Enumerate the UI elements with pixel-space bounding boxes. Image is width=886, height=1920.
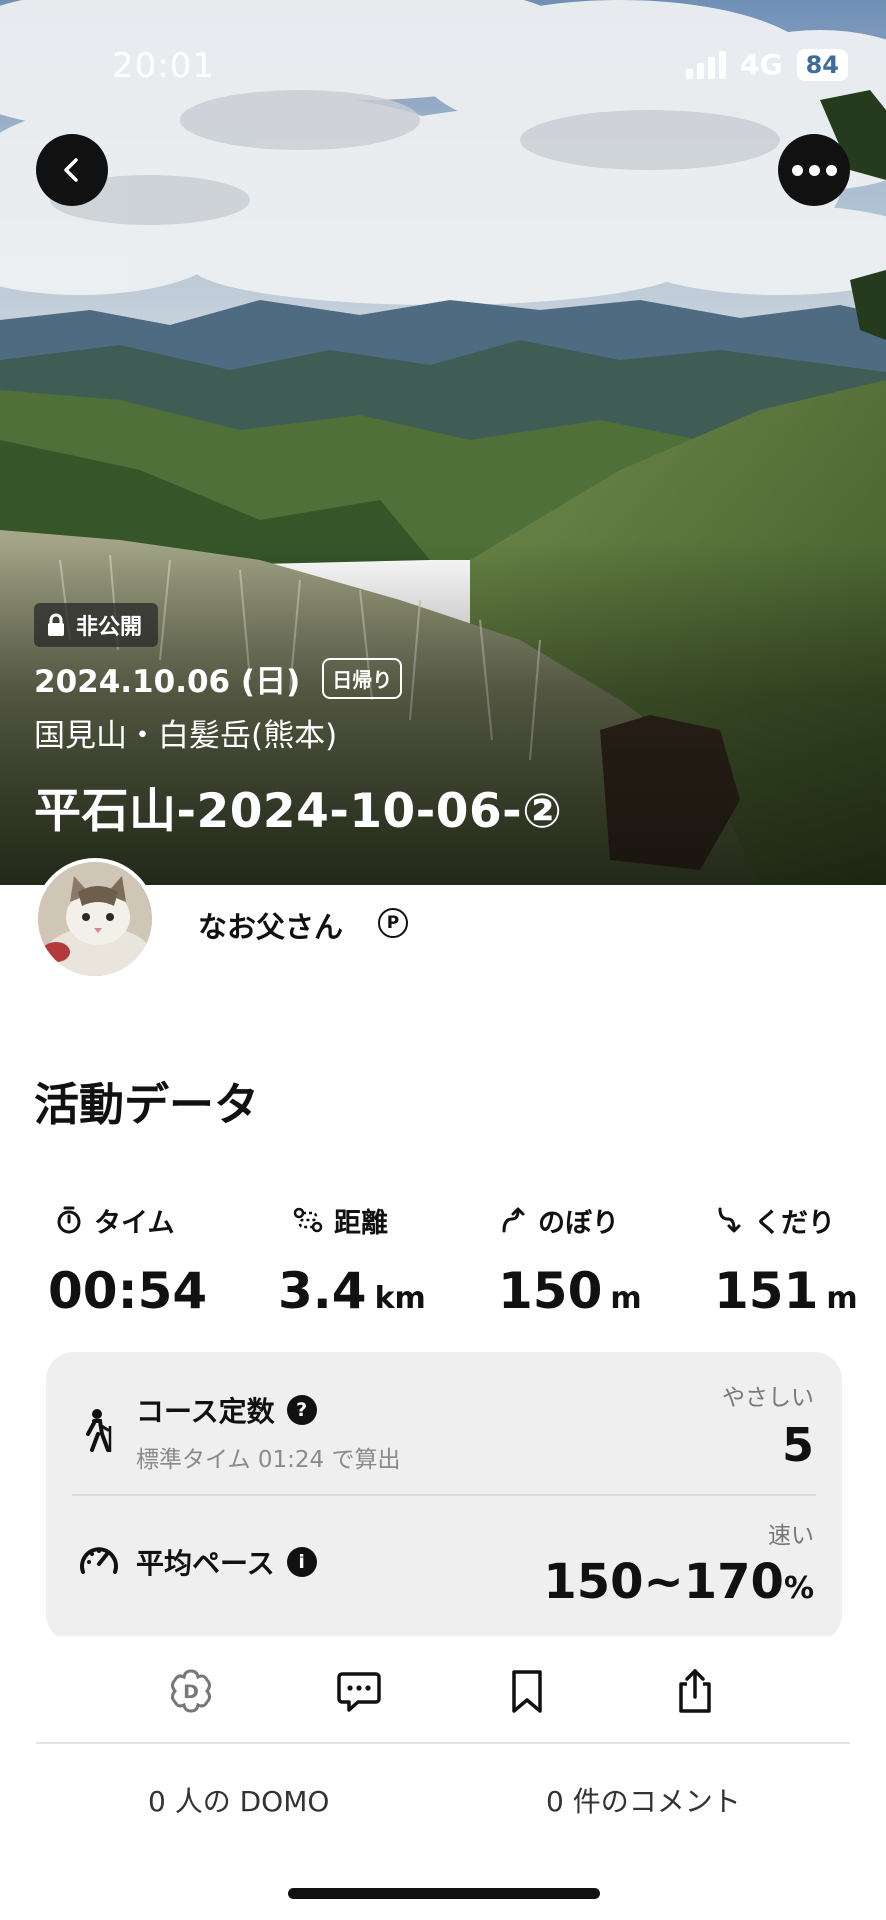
stat-descent-value: 151 [714,1262,819,1320]
hero-photo: 20:01 4G 84 非公開 2024.10.06 (日) 日帰り 国見山・白… [0,0,886,885]
route-icon [293,1207,323,1233]
speedometer-icon [78,1542,120,1582]
network-type: 4G [740,48,783,81]
hiker-icon [80,1408,116,1458]
stopwatch-icon [57,1206,81,1234]
trip-type-badge: 日帰り [322,658,403,699]
avg-pace-unit: % [783,1571,814,1606]
comment-icon [337,1672,381,1712]
bookmark-icon [512,1670,542,1713]
stat-distance-value: 3.4 [278,1262,367,1320]
back-button[interactable] [36,134,108,206]
descent-icon [718,1207,741,1233]
avg-pace-title: 平均ペース i [136,1542,317,1582]
bookmark-button[interactable] [502,1666,552,1716]
user-name[interactable]: なお父さん [198,904,343,946]
action-bar: D [0,1636,886,1746]
private-badge: 非公開 [34,603,159,647]
stat-descent-unit: m [826,1281,858,1316]
course-constant-title: コース定数 ? [136,1390,317,1430]
status-indicators: 4G 84 [686,48,848,81]
stat-value: 150 m [498,1262,642,1320]
action-divider [36,1742,850,1744]
status-time: 20:01 [112,46,215,86]
avatar[interactable] [34,858,156,980]
course-difficulty: やさしい [722,1385,814,1411]
comment-button[interactable] [334,1666,384,1716]
comment-count-link[interactable]: 0 件のコメント [546,1780,741,1820]
card-divider [72,1494,816,1496]
domo-count-link[interactable]: 0 人の DOMO [148,1780,329,1820]
share-icon [679,1669,711,1713]
avg-pace-number: 150~170 [543,1554,784,1610]
signal-icon [686,50,727,79]
svg-text:D: D [183,1681,199,1703]
course-constant-label: コース定数 [136,1395,275,1428]
stat-time: タイム 00:54 [48,1200,207,1320]
pace-rating: 速い [768,1523,814,1549]
battery-level: 84 [796,48,848,81]
stat-label-text: タイム [94,1207,175,1239]
stat-distance: 距離 3.4 km [278,1200,426,1321]
lock-icon [48,613,64,636]
domo-icon: D [171,1669,211,1713]
stat-distance-label: 距離 [292,1200,426,1240]
stat-ascent-unit: m [610,1281,642,1316]
stat-label-text: のぼり [538,1207,619,1239]
cat-avatar-image [38,862,152,976]
stat-ascent-value: 150 [498,1262,603,1320]
stat-value: 3.4 km [278,1262,426,1320]
ellipsis-icon [791,164,837,176]
record-date: 2024.10.06 (日) [34,664,301,700]
home-indicator[interactable] [288,1888,600,1899]
record-title: 平石山-2024-10-06-② [34,784,563,839]
mountain-area[interactable]: 国見山・白髪岳(熊本) [34,710,337,755]
premium-badge-icon: P [378,908,408,938]
private-label: 非公開 [76,615,143,640]
chevron-left-icon [64,158,78,182]
stat-time-value: 00:54 [48,1262,208,1320]
record-date-line: 2024.10.06 (日) 日帰り [34,656,403,701]
more-options-button[interactable] [778,134,850,206]
avg-pace-label: 平均ペース [136,1547,275,1580]
stat-descent: くだり 151 m [714,1200,858,1320]
info-icon[interactable]: i [286,1547,317,1577]
stat-label-text: 距離 [334,1207,388,1239]
stat-value: 00:54 [48,1262,207,1320]
stat-descent-label: くだり [716,1200,858,1240]
course-stats-card: コース定数 ? 標準タイム 01:24 で算出 やさしい 5 平均ペース i 速… [46,1352,842,1642]
ascent-icon [502,1207,525,1233]
avg-pace-value: 150~170% [543,1554,814,1610]
help-icon[interactable]: ? [286,1395,317,1425]
share-button[interactable] [670,1666,720,1716]
stat-ascent: のぼり 150 m [498,1200,642,1320]
course-constant-value: 5 [781,1418,814,1472]
domo-button[interactable]: D [166,1666,216,1716]
activity-data-title: 活動データ [34,1078,260,1131]
stat-label-text: くだり [754,1207,835,1239]
standard-time-note: 標準タイム 01:24 で算出 [136,1447,401,1473]
stat-ascent-label: のぼり [500,1200,642,1240]
stat-time-label: タイム [54,1200,207,1240]
stat-value: 151 m [714,1262,858,1320]
stat-distance-unit: km [374,1281,426,1316]
